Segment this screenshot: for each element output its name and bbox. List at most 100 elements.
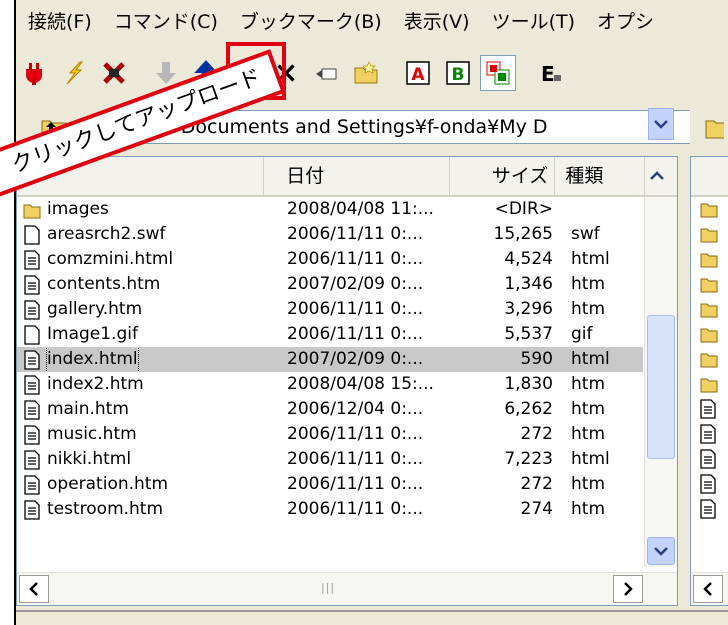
table-row[interactable]: contents.htm 2007/02/09 0:... 1,346 htm bbox=[17, 272, 643, 297]
folder-icon bbox=[700, 378, 718, 393]
folder-icon bbox=[700, 278, 718, 293]
table-row[interactable]: images 2008/04/08 11:... <DIR> bbox=[17, 197, 643, 222]
table-row[interactable]: comzmini.html 2006/11/11 0:... 4,524 html bbox=[17, 247, 643, 272]
file-date: 2008/04/08 15:... bbox=[287, 374, 434, 394]
table-row[interactable]: index.html 2007/02/09 0:... 590 html bbox=[17, 347, 643, 372]
folder-up-icon[interactable] bbox=[704, 116, 724, 140]
column-date[interactable]: 日付 bbox=[264, 157, 450, 195]
local-file-list[interactable]: 日付 サイズ 種類 images 2008/04/08 11:... <DIR> ar… bbox=[16, 156, 678, 606]
file-size: 272 bbox=[520, 474, 553, 494]
document-icon bbox=[700, 499, 716, 519]
status-bar bbox=[16, 610, 728, 625]
vertical-scrollbar[interactable] bbox=[644, 197, 677, 567]
disconnect-button[interactable] bbox=[96, 55, 132, 91]
file-name-cell: music.htm bbox=[17, 422, 265, 447]
connect-plug-icon bbox=[26, 63, 42, 85]
file-name: index2.htm bbox=[47, 374, 144, 394]
ascii-mode-icon: A bbox=[406, 61, 430, 85]
binary-mode-button[interactable]: B bbox=[440, 55, 476, 91]
file-name-cell: images bbox=[17, 197, 265, 222]
folder-icon bbox=[700, 353, 718, 368]
file-type: htm bbox=[571, 299, 605, 319]
file-date: 2006/11/11 0:... bbox=[287, 299, 424, 319]
scroll-right-button[interactable] bbox=[613, 575, 643, 603]
file-rows: images 2008/04/08 11:... <DIR> areasrch2.sw… bbox=[17, 197, 643, 522]
file-name-cell: index.html bbox=[17, 347, 265, 372]
vertical-scroll-thumb[interactable] bbox=[647, 315, 675, 459]
file-type: swf bbox=[571, 224, 600, 244]
rename-button[interactable] bbox=[308, 55, 344, 91]
file-size: 1,830 bbox=[504, 374, 553, 394]
table-row[interactable]: Image1.gif 2006/11/11 0:... 5,537 gif bbox=[17, 322, 643, 347]
horizontal-scrollbar[interactable]: ||| bbox=[17, 572, 677, 605]
table-row[interactable]: nikki.html 2006/11/11 0:... 7,223 html bbox=[17, 447, 643, 472]
ascii-mode-button[interactable]: A bbox=[400, 55, 436, 91]
remote-file-list[interactable] bbox=[690, 156, 728, 606]
menu-connect[interactable]: 接続(F) bbox=[16, 7, 102, 34]
file-type: htm bbox=[571, 374, 605, 394]
header-scroll-up[interactable] bbox=[645, 157, 677, 195]
scroll-down-button[interactable] bbox=[647, 537, 675, 565]
file-size: 7,223 bbox=[504, 449, 553, 469]
file-date: 2006/11/11 0:... bbox=[287, 449, 424, 469]
file-name: images bbox=[47, 199, 109, 219]
file-name: testroom.htm bbox=[47, 499, 164, 519]
document-icon bbox=[24, 399, 40, 420]
ascii-mode-letter: A bbox=[411, 65, 425, 85]
auto-mode-button[interactable] bbox=[480, 55, 516, 91]
table-row[interactable]: areasrch2.swf 2006/11/11 0:... 15,265 swf bbox=[17, 222, 643, 247]
folder-icon bbox=[700, 253, 718, 268]
table-row[interactable]: testroom.htm 2006/11/11 0:... 274 htm bbox=[17, 497, 643, 522]
menu-view[interactable]: 表示(V) bbox=[392, 7, 480, 34]
menu-command[interactable]: コマンド(C) bbox=[102, 7, 228, 34]
column-size[interactable]: サイズ bbox=[450, 157, 556, 195]
table-row[interactable]: operation.htm 2006/11/11 0:... 272 htm bbox=[17, 472, 643, 497]
column-type[interactable]: 種類 bbox=[555, 157, 646, 195]
local-path-combo[interactable]: C:¥Documents and Settings¥f-onda¥My D bbox=[144, 110, 692, 144]
toolbar: A B E bbox=[16, 48, 728, 98]
file-name: music.htm bbox=[47, 424, 137, 444]
table-row[interactable]: main.htm 2006/12/04 0:... 6,262 htm bbox=[17, 397, 643, 422]
local-path-dropdown[interactable] bbox=[648, 108, 674, 140]
file-size: <DIR> bbox=[494, 199, 553, 219]
document-icon bbox=[700, 399, 716, 419]
table-row[interactable]: gallery.htm 2006/11/11 0:... 3,296 htm bbox=[17, 297, 643, 322]
document-icon bbox=[700, 474, 716, 494]
file-type bbox=[557, 197, 643, 222]
chevron-left-icon bbox=[703, 582, 712, 596]
table-row[interactable]: music.htm 2006/11/11 0:... 272 htm bbox=[17, 422, 643, 447]
file-name: index.html bbox=[46, 347, 139, 372]
folder-icon bbox=[700, 228, 718, 243]
file-icon bbox=[24, 324, 40, 345]
file-type: htm bbox=[571, 424, 605, 444]
file-type: html bbox=[571, 449, 610, 469]
file-type: html bbox=[571, 249, 610, 269]
file-size: 4,524 bbox=[504, 249, 553, 269]
rename-icon bbox=[316, 68, 337, 80]
connect-button[interactable] bbox=[16, 55, 52, 91]
file-name-cell: main.htm bbox=[17, 397, 265, 422]
menu-tools[interactable]: ツール(T) bbox=[480, 7, 585, 34]
file-type: htm bbox=[571, 274, 605, 294]
file-name: contents.htm bbox=[47, 274, 161, 294]
quick-connect-button[interactable] bbox=[56, 55, 92, 91]
document-icon bbox=[24, 249, 40, 270]
menu-bookmark[interactable]: ブックマーク(B) bbox=[228, 7, 392, 34]
file-icon bbox=[24, 224, 40, 245]
file-name: areasrch2.swf bbox=[47, 224, 166, 244]
encoding-button[interactable]: E bbox=[532, 55, 568, 91]
ffftp-window: 接続(F) コマンド(C) ブックマーク(B) 表示(V) ツール(T) オプシ bbox=[0, 0, 728, 625]
scroll-left-button[interactable] bbox=[19, 575, 49, 603]
document-icon bbox=[24, 374, 40, 395]
remote-horizontal-scrollbar[interactable] bbox=[691, 572, 728, 605]
encoding-letter: E bbox=[541, 62, 555, 86]
document-icon bbox=[24, 299, 40, 320]
table-row[interactable]: index2.htm 2008/04/08 15:... 1,830 htm bbox=[17, 372, 643, 397]
file-size: 272 bbox=[520, 424, 553, 444]
remote-scroll-left-button[interactable] bbox=[693, 575, 723, 603]
menu-options[interactable]: オプシ bbox=[585, 7, 664, 34]
document-icon bbox=[24, 349, 40, 370]
new-folder-button[interactable] bbox=[348, 55, 384, 91]
file-name-cell: areasrch2.swf bbox=[17, 222, 265, 247]
file-name: comzmini.html bbox=[47, 249, 174, 269]
